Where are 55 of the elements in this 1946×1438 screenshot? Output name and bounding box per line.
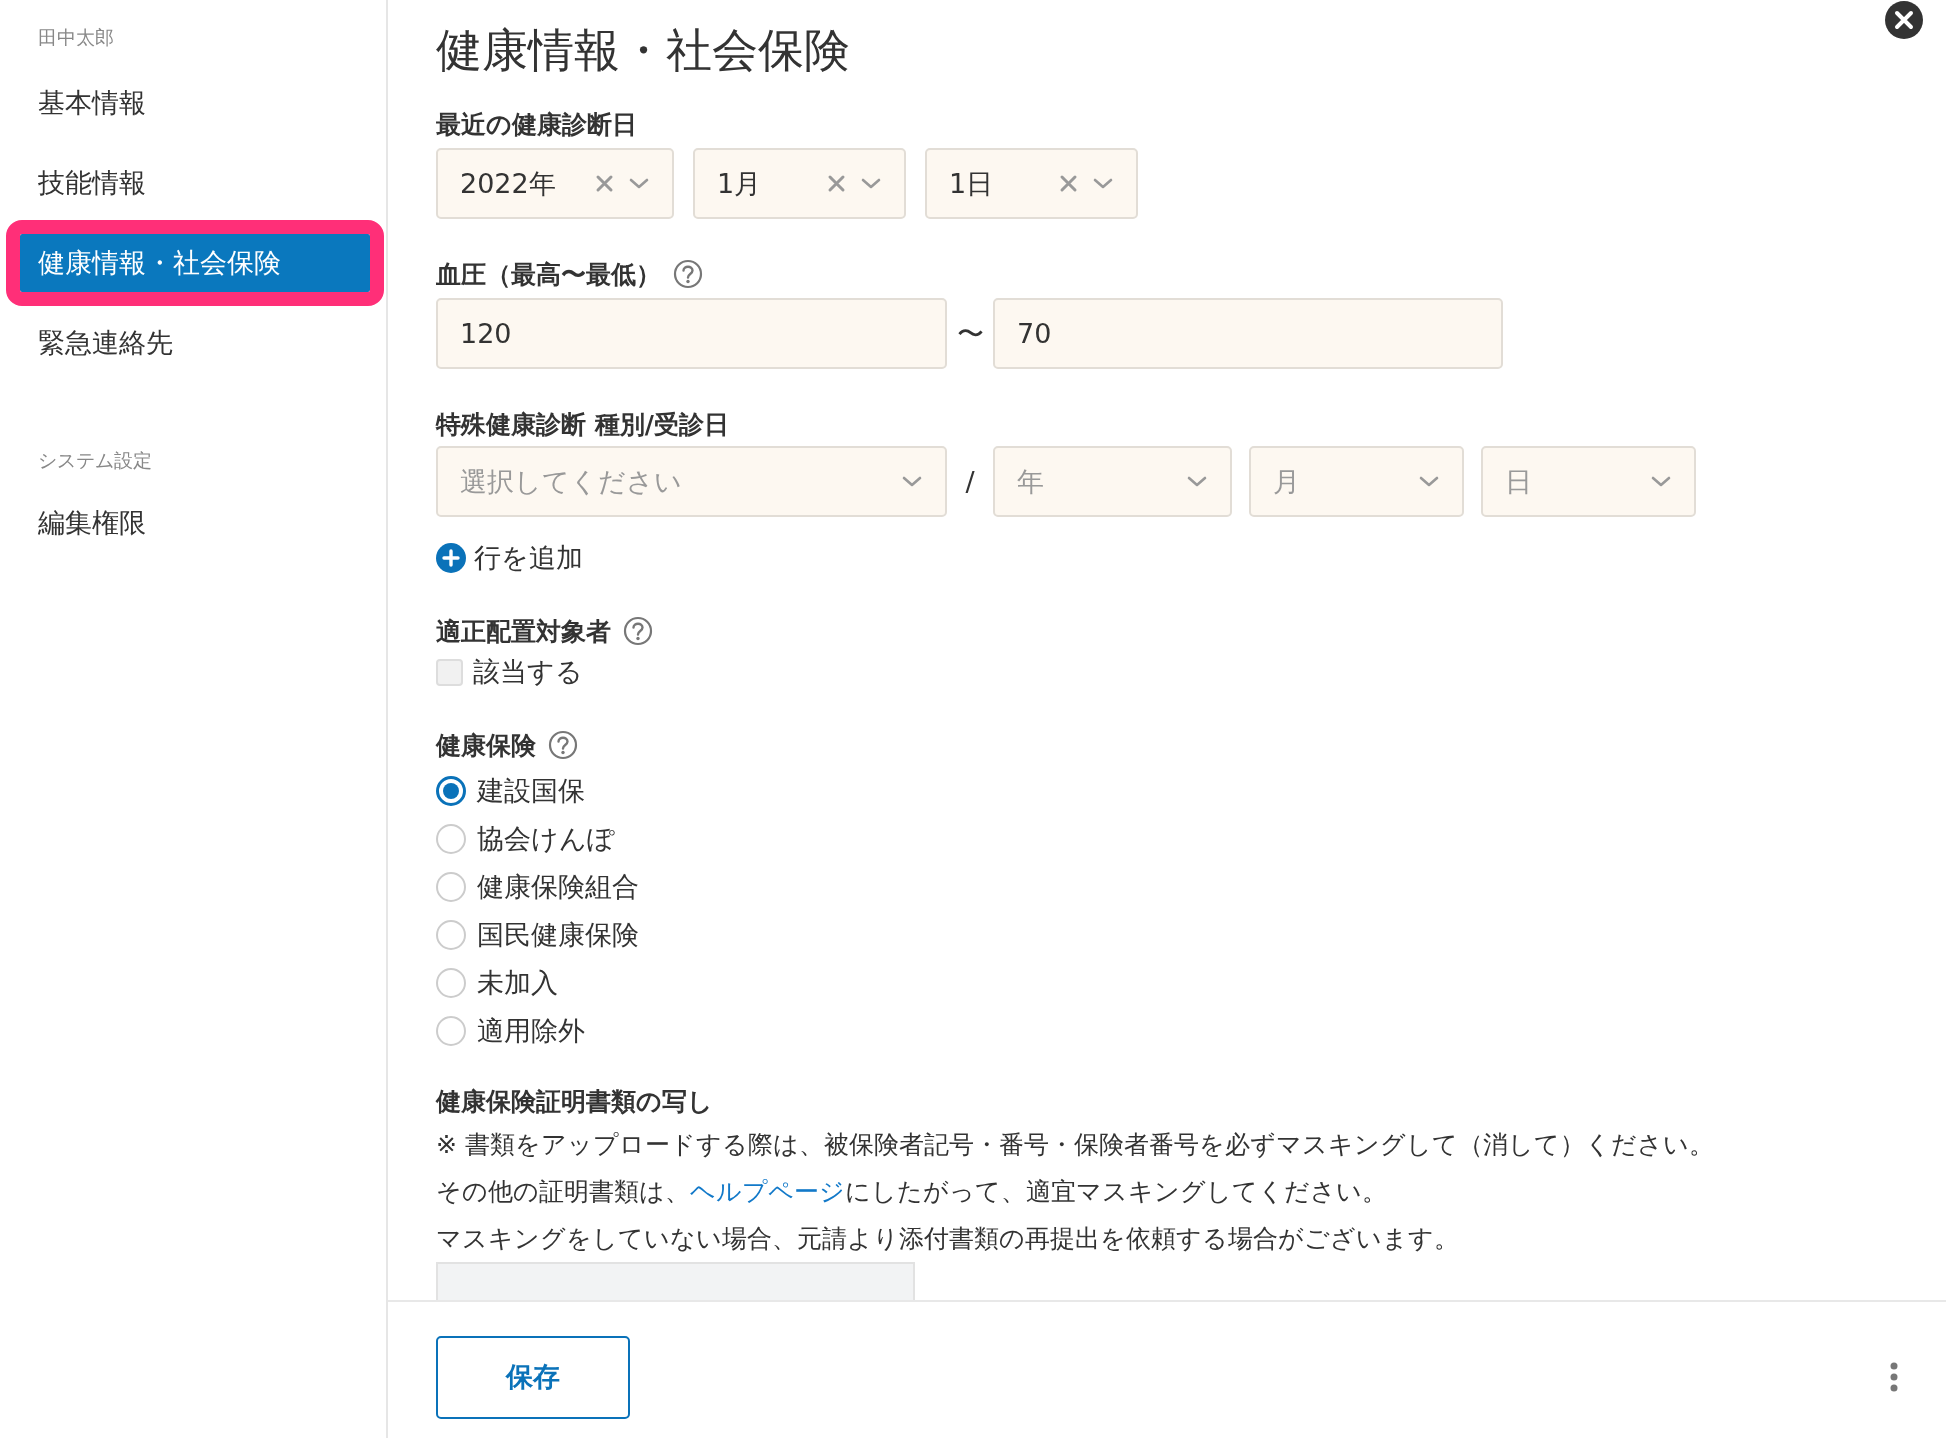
dropdown-placeholder: 月 (1273, 464, 1301, 499)
dropdown-value: 1月 (717, 166, 763, 201)
save-button[interactable]: 保存 (436, 1335, 630, 1419)
close-icon[interactable] (1884, 0, 1924, 40)
page-title: 健康情報・社会保険 (436, 22, 851, 78)
dropdown-placeholder: 年 (1017, 464, 1045, 499)
chevron-down-icon (1650, 474, 1672, 489)
field-label: 血圧（最高〜最低） (436, 258, 661, 291)
help-text: その他の証明書類は、ヘルプページにしたがって、適宜マスキングしてください。 (436, 1176, 1388, 1208)
chevron-down-icon (860, 176, 882, 191)
section-title: システム設定 (37, 448, 153, 472)
radio-button[interactable] (436, 776, 466, 806)
input-field[interactable]: 70 (993, 298, 1503, 369)
field-label: 最近の健康診断日 (436, 108, 637, 141)
more-options-icon[interactable] (1890, 1362, 1898, 1392)
chevron-down-icon (628, 176, 650, 191)
radio-label: 協会けんぽ (477, 822, 615, 856)
chevron-down-icon (901, 474, 923, 489)
radio-label: 国民健康保険 (477, 918, 639, 952)
field-label: 特殊健康診断 種別/受診日 (436, 408, 729, 441)
checkbox-label: 該当する (473, 655, 583, 689)
help-page-link[interactable]: ヘルプページ (690, 1177, 845, 1206)
radio-label: 未加入 (477, 966, 558, 1000)
checkbox[interactable] (436, 658, 463, 686)
dropdown-placeholder: 日 (1505, 464, 1533, 499)
clear-icon (1059, 174, 1078, 193)
chevron-down-icon (1186, 474, 1208, 489)
sidebar-item[interactable]: 編集権限 (20, 494, 370, 552)
chevron-down-icon (1418, 474, 1440, 489)
dropdown-value: 1日 (949, 166, 995, 201)
chevron-down-icon (1092, 176, 1114, 191)
sidebar-item[interactable]: 緊急連絡先 (20, 314, 370, 372)
plus-icon (436, 543, 466, 573)
date-separator: / (964, 466, 976, 497)
add-row-link[interactable]: 行を追加 (436, 542, 1946, 574)
dropdown-placeholder: 選択してください (460, 464, 683, 499)
radio-label: 適用除外 (477, 1014, 585, 1048)
sidebar-item[interactable]: 技能情報 (20, 154, 370, 212)
note-text: ※ 書類をアップロードする際は、被保険者記号・番号・保険者番号を必ずマスキングして（消して）ください。 (436, 1129, 1715, 1161)
field-label: 健康保険証明書類の写し (436, 1085, 713, 1118)
radio-label: 健康保険組合 (477, 870, 639, 904)
field-label: 健康保険 (436, 729, 536, 762)
warning-text: マスキングをしていない場合、元請より添付書類の再提出を依頼する場合がございます。 (436, 1223, 1460, 1255)
clear-icon (595, 174, 614, 193)
clear-icon (827, 174, 846, 193)
dropdown-value: 2022年 (460, 166, 557, 201)
field-label: 適正配置対象者 (436, 615, 611, 648)
dropdown[interactable]: 1月 (693, 148, 906, 219)
dropdown[interactable]: 2022年 (436, 148, 674, 219)
input-field[interactable]: 120 (436, 298, 947, 369)
user-name: 田中太郎 (37, 25, 115, 49)
radio-label: 建設国保 (477, 774, 585, 808)
range-separator: 〜 (955, 316, 985, 351)
sidebar-item[interactable]: 基本情報 (20, 74, 370, 132)
dropdown[interactable]: 1日 (925, 148, 1138, 219)
